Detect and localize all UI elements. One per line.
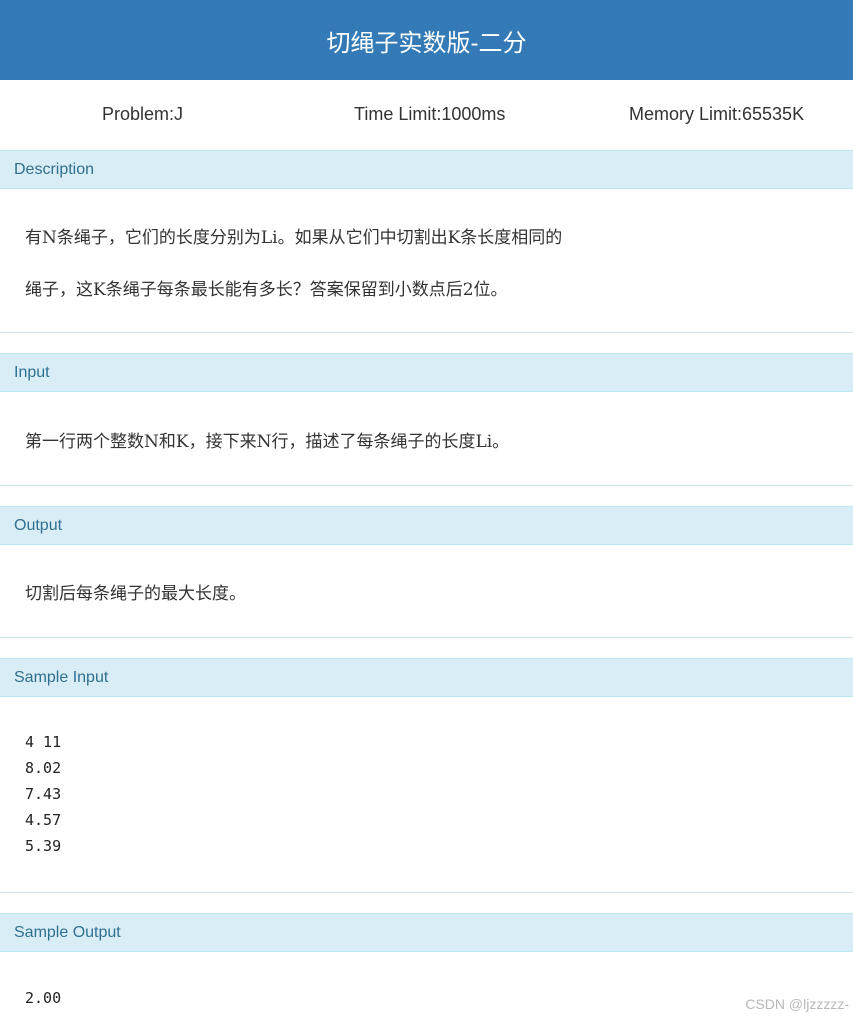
description-line-1: 有N条绳子，它们的长度分别为Li。如果从它们中切割出K条长度相同的: [25, 228, 563, 248]
sample-input-code: 4 11 8.02 7.43 4.57 5.39: [25, 733, 62, 855]
time-limit: Time Limit:1000ms: [354, 104, 506, 124]
sample-output-panel: Sample Output 2.00: [0, 913, 853, 1021]
sample-input-heading: Sample Input: [0, 658, 853, 697]
output-panel: Output 切割后每条绳子的最大长度。: [0, 506, 853, 638]
sample-output-heading: Sample Output: [0, 913, 853, 952]
input-text: 第一行两个整数N和K，接下来N行，描述了每条绳子的长度Li。: [25, 432, 510, 452]
description-panel: Description 有N条绳子，它们的长度分别为Li。如果从它们中切割出K条…: [0, 150, 853, 333]
problem-id: Problem:J: [102, 104, 184, 124]
sample-input-panel: Sample Input 4 11 8.02 7.43 4.57 5.39: [0, 658, 853, 893]
problem-title-bar: 切绳子实数版-二分: [0, 0, 853, 80]
input-panel: Input 第一行两个整数N和K，接下来N行，描述了每条绳子的长度Li。: [0, 353, 853, 486]
output-text: 切割后每条绳子的最大长度。: [25, 584, 246, 604]
sample-output-code: 2.00: [25, 989, 62, 1007]
problem-title: 切绳子实数版-二分: [326, 29, 527, 57]
output-heading: Output: [0, 506, 853, 545]
problem-meta-row: Problem:J Time Limit:1000ms Memory Limit…: [0, 80, 853, 150]
description-line-2: 绳子，这K条绳子每条最长能有多长？答案保留到小数点后2位。: [25, 280, 508, 300]
description-heading: Description: [0, 150, 853, 189]
memory-limit: Memory Limit:65535K: [629, 104, 805, 124]
input-heading: Input: [0, 353, 853, 392]
csdn-watermark: CSDN @ljzzzzz-: [745, 996, 849, 1012]
